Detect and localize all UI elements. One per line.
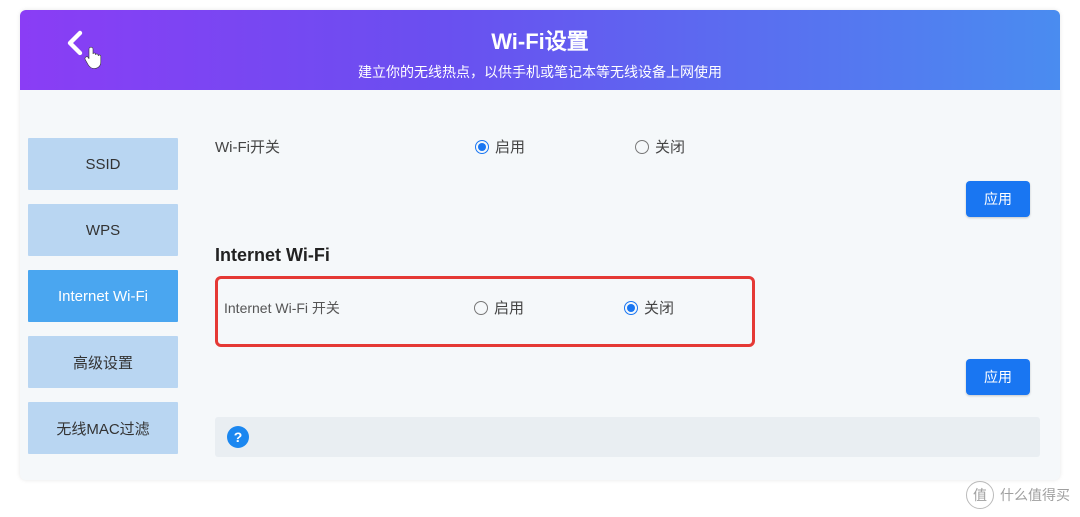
sidebar-item-wps[interactable]: WPS [28, 204, 178, 256]
sidebar-item-label: 高级设置 [73, 352, 133, 373]
radio-icon [635, 140, 649, 154]
wifi-disable-radio[interactable]: 关闭 [635, 136, 685, 157]
radio-label: 启用 [494, 297, 524, 318]
sidebar-item-label: 无线MAC过滤 [56, 418, 149, 439]
sidebar-item-advanced[interactable]: 高级设置 [28, 336, 178, 388]
wifi-apply-row: 应用 [215, 175, 1040, 231]
apply-button[interactable]: 应用 [966, 359, 1030, 395]
radio-icon [624, 301, 638, 315]
radio-icon [475, 140, 489, 154]
wifi-switch-row: Wi-Fi开关 启用 关闭 [215, 130, 1040, 175]
radio-label: 启用 [495, 136, 525, 157]
radio-label: 关闭 [655, 136, 685, 157]
internet-wifi-radio-group: 启用 关闭 [474, 297, 674, 318]
internet-wifi-enable-radio[interactable]: 启用 [474, 297, 524, 318]
watermark-badge-icon: 值 [966, 481, 994, 509]
highlight-box: Internet Wi-Fi 开关 启用 关闭 [215, 276, 755, 347]
watermark: 值 什么值得买 [966, 481, 1070, 509]
wifi-switch-radio-group: 启用 关闭 [475, 136, 685, 157]
help-icon[interactable]: ? [227, 426, 249, 448]
page-title: Wi-Fi设置 [20, 24, 1060, 56]
back-button[interactable] [60, 28, 90, 58]
internet-wifi-disable-radio[interactable]: 关闭 [624, 297, 674, 318]
internet-wifi-apply-row: 应用 [215, 353, 1040, 409]
sidebar-item-mac-filter[interactable]: 无线MAC过滤 [28, 402, 178, 454]
settings-panel: Wi-Fi设置 建立你的无线热点，以供手机或笔记本等无线设备上网使用 SSID … [20, 10, 1060, 480]
internet-wifi-heading: Internet Wi-Fi [215, 245, 1040, 266]
wifi-enable-radio[interactable]: 启用 [475, 136, 525, 157]
sidebar-item-label: Internet Wi-Fi [58, 288, 148, 305]
internet-wifi-switch-row: Internet Wi-Fi 开关 启用 关闭 [224, 297, 746, 318]
panel-body: SSID WPS Internet Wi-Fi 高级设置 无线MAC过滤 Wi-… [20, 90, 1060, 480]
radio-label: 关闭 [644, 297, 674, 318]
apply-button[interactable]: 应用 [966, 181, 1030, 217]
content-area: Wi-Fi开关 启用 关闭 应用 Internet Wi-Fi [185, 90, 1060, 480]
help-bar: ? [215, 417, 1040, 457]
sidebar-item-internet-wifi[interactable]: Internet Wi-Fi [28, 270, 178, 322]
sidebar-item-label: WPS [86, 222, 120, 239]
chevron-left-icon [60, 28, 90, 58]
sidebar-item-label: SSID [85, 156, 120, 173]
internet-wifi-switch-label: Internet Wi-Fi 开关 [224, 298, 474, 318]
sidebar: SSID WPS Internet Wi-Fi 高级设置 无线MAC过滤 [20, 90, 185, 480]
sidebar-item-ssid[interactable]: SSID [28, 138, 178, 190]
radio-icon [474, 301, 488, 315]
watermark-text: 什么值得买 [1000, 485, 1070, 505]
header-bar: Wi-Fi设置 建立你的无线热点，以供手机或笔记本等无线设备上网使用 [20, 10, 1060, 90]
page-subtitle: 建立你的无线热点，以供手机或笔记本等无线设备上网使用 [20, 62, 1060, 82]
wifi-switch-label: Wi-Fi开关 [215, 136, 475, 157]
